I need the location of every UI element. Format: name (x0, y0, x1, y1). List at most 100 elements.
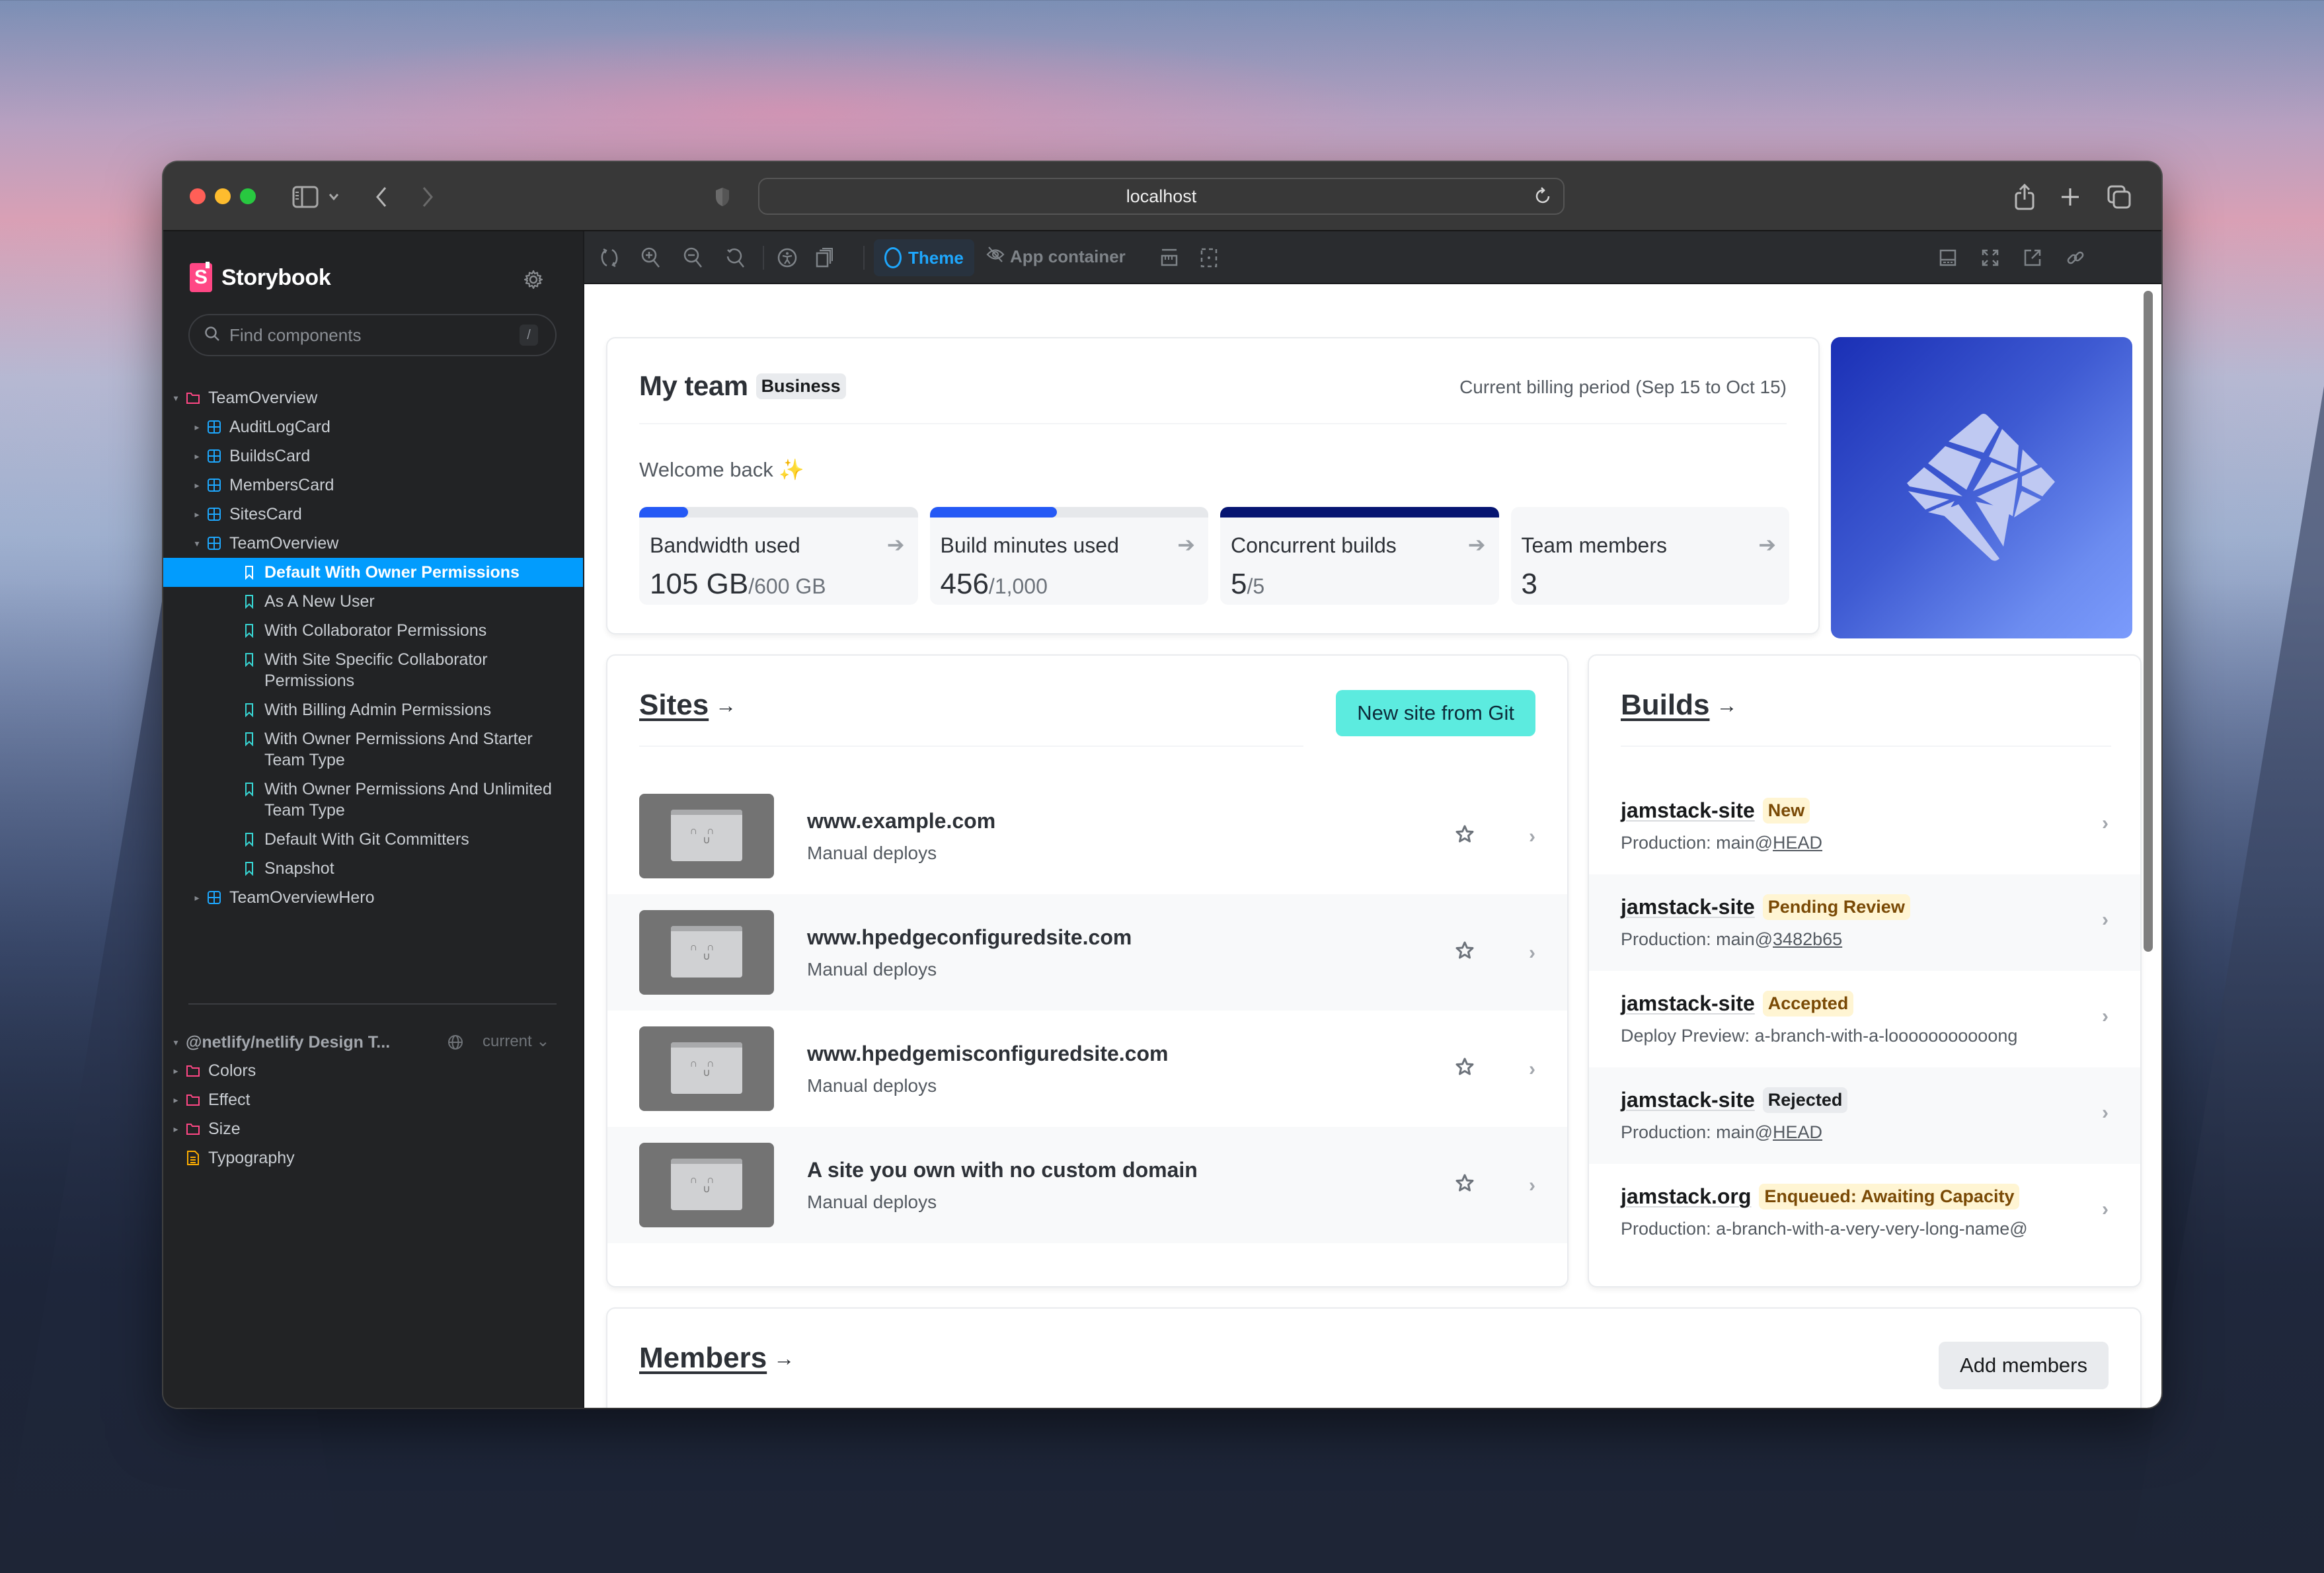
storybook-logo[interactable]: S Storybook (190, 262, 331, 292)
share-icon[interactable] (2014, 180, 2035, 213)
sidebar-story-item[interactable]: With Site Specific Collaborator Permissi… (163, 645, 583, 695)
new-site-from-git-button[interactable]: New site from Git (1336, 690, 1535, 736)
build-list-item[interactable]: jamstack-site Pending Review Production: m… (1589, 874, 2140, 971)
usage-stat-tile[interactable]: Concurrent builds ➔ 5/5 (1220, 507, 1499, 605)
sidebar-component-item[interactable]: ▸ BuildsCard (163, 441, 583, 471)
members-link[interactable]: Members (639, 1342, 767, 1375)
tree-item-label: Colors (208, 1061, 256, 1080)
browser-placeholder-icon: ∩∩ ∪ (671, 1042, 742, 1094)
fullscreen-icon[interactable] (1982, 245, 1999, 271)
usage-stat-tile[interactable]: Bandwidth used ➔ 105 GB/600 GB (639, 507, 918, 605)
stat-current: 5 (1231, 568, 1247, 600)
sidebar-folder-item[interactable]: ▸ Size (163, 1114, 583, 1143)
bookmark-icon (242, 623, 256, 638)
sidebar-story-item[interactable]: Snapshot (163, 854, 583, 883)
reload-icon[interactable] (1534, 186, 1553, 210)
tree-item-label: With Owner Permissions And Starter Team … (264, 730, 533, 769)
star-icon[interactable] (1455, 940, 1475, 964)
caret-right-icon: ▸ (173, 1094, 178, 1105)
sidebar-toggle-icon[interactable] (292, 180, 319, 213)
sidebar-story-item[interactable]: With Owner Permissions And Unlimited Tea… (163, 775, 583, 825)
site-list-item[interactable]: ∩∩ ∪ www.example.com Manual deploys › (607, 778, 1567, 894)
accessibility-icon[interactable] (777, 245, 797, 271)
component-icon (207, 420, 221, 434)
sidebar-doc-item[interactable]: Typography (163, 1143, 583, 1172)
site-list: ∩∩ ∪ www.example.com Manual deploys › ∩∩ ∪ www.… (607, 778, 1567, 1243)
sidebar-story-item[interactable]: With Owner Permissions And Starter Team … (163, 724, 583, 775)
minimize-window-button[interactable] (215, 188, 231, 204)
back-button[interactable] (375, 180, 388, 213)
zoom-out-icon[interactable] (683, 245, 703, 271)
close-window-button[interactable] (190, 188, 206, 204)
build-list-item[interactable]: jamstack-site New Production: main@HEAD › (1589, 778, 2140, 874)
sidebar-component-item[interactable]: ▸ MembersCard (163, 471, 583, 500)
zoom-window-button[interactable] (240, 188, 256, 204)
tree-item-label: Snapshot (264, 859, 334, 878)
build-list-item[interactable]: jamstack-site Accepted Deploy Preview: a-b… (1589, 971, 2140, 1067)
copy-link-icon[interactable] (2066, 245, 2085, 271)
tree-item-label: TeamOverview (229, 534, 339, 553)
new-tab-icon[interactable] (2060, 180, 2080, 213)
bookmark-icon (242, 832, 256, 847)
usage-progress-bar (1220, 507, 1499, 518)
build-commit-ref[interactable]: HEAD (1773, 833, 1822, 853)
builds-link[interactable]: Builds (1621, 689, 1709, 722)
add-members-button[interactable]: Add members (1939, 1342, 2109, 1389)
sites-card: Sites → New site from Git ∩∩ ∪ www.example… (606, 654, 1569, 1287)
reset-zoom-icon[interactable] (726, 245, 746, 271)
version-select[interactable]: current ⌄ (483, 1032, 549, 1051)
build-list-item[interactable]: jamstack-site Rejected Production: main@HE… (1589, 1067, 2140, 1164)
addons-panel-icon[interactable] (1939, 245, 1956, 271)
design-tokens-ref-header[interactable]: ▾ @netlify/netlify Design T... current ⌄ (163, 1029, 583, 1055)
star-icon[interactable] (1455, 1057, 1475, 1080)
zoom-in-icon[interactable] (641, 245, 661, 271)
background-outline-icon[interactable] (816, 245, 833, 271)
site-list-item[interactable]: ∩∩ ∪ www.hpedgeconfiguredsite.com Manual de… (607, 894, 1567, 1011)
measure-ruler-icon[interactable] (1161, 245, 1178, 271)
sidebar-folder-item[interactable]: ▾ TeamOverview (163, 383, 583, 412)
app-container-toggle[interactable]: App container (986, 246, 1126, 268)
gear-icon[interactable] (523, 270, 543, 293)
privacy-shield-icon[interactable] (715, 180, 730, 213)
tree-item-label: SitesCard (229, 505, 302, 523)
build-commit-ref[interactable]: HEAD (1773, 1122, 1822, 1142)
sidebar-component-item[interactable]: ▾ TeamOverview (163, 529, 583, 558)
sidebar-component-item[interactable]: ▸ TeamOverviewHero (163, 883, 583, 912)
usage-stat-tile[interactable]: Team members ➔ 3 (1510, 507, 1789, 605)
open-new-tab-icon[interactable] (2024, 245, 2041, 271)
sidebar-component-item[interactable]: ▸ SitesCard (163, 500, 583, 529)
build-site-name: jamstack-site (1621, 991, 1755, 1015)
site-list-item[interactable]: ∩∩ ∪ www.hpedgemisconfiguredsite.com Manual… (607, 1011, 1567, 1127)
canvas-scrollbar[interactable] (2144, 291, 2153, 952)
reload-story-icon[interactable] (600, 245, 619, 271)
find-components-search[interactable]: / (188, 314, 557, 356)
star-icon[interactable] (1455, 824, 1475, 847)
toolbar-separator (763, 246, 764, 270)
folder-icon (186, 1093, 200, 1107)
search-input[interactable] (229, 325, 494, 346)
document-icon (186, 1151, 200, 1165)
chevron-down-icon[interactable] (329, 180, 339, 213)
sidebar-story-item[interactable]: As A New User (163, 587, 583, 616)
sidebar-story-item[interactable]: With Collaborator Permissions (163, 616, 583, 645)
forward-button[interactable] (421, 180, 434, 213)
tab-overview-icon[interactable] (2107, 180, 2132, 213)
globe-icon[interactable] (447, 1034, 463, 1054)
sidebar-story-item[interactable]: With Billing Admin Permissions (163, 695, 583, 724)
sidebar-story-item[interactable]: Default With Git Committers (163, 825, 583, 854)
address-bar[interactable]: localhost (758, 178, 1565, 215)
stat-value: 456/1,000 (941, 568, 1048, 601)
build-list-item[interactable]: jamstack.org Enqueued: Awaiting Capacity P… (1589, 1164, 2140, 1260)
sidebar-folder-item[interactable]: ▸ Effect (163, 1085, 583, 1114)
outline-icon[interactable] (1200, 245, 1218, 271)
star-icon[interactable] (1455, 1173, 1475, 1196)
sidebar-folder-item[interactable]: ▸ Colors (163, 1056, 583, 1085)
usage-stat-tile[interactable]: Build minutes used ➔ 456/1,000 (929, 507, 1208, 605)
sidebar-story-item[interactable]: Default With Owner Permissions (163, 558, 583, 587)
sidebar-component-item[interactable]: ▸ AuditLogCard (163, 412, 583, 441)
usage-progress-fill (639, 507, 688, 518)
build-commit-ref[interactable]: 3482b65 (1773, 929, 1842, 949)
site-list-item[interactable]: ∩∩ ∪ A site you own with no custom domain M… (607, 1127, 1567, 1243)
sites-link[interactable]: Sites (639, 689, 709, 722)
theme-toggle-button[interactable]: Theme (874, 239, 974, 276)
